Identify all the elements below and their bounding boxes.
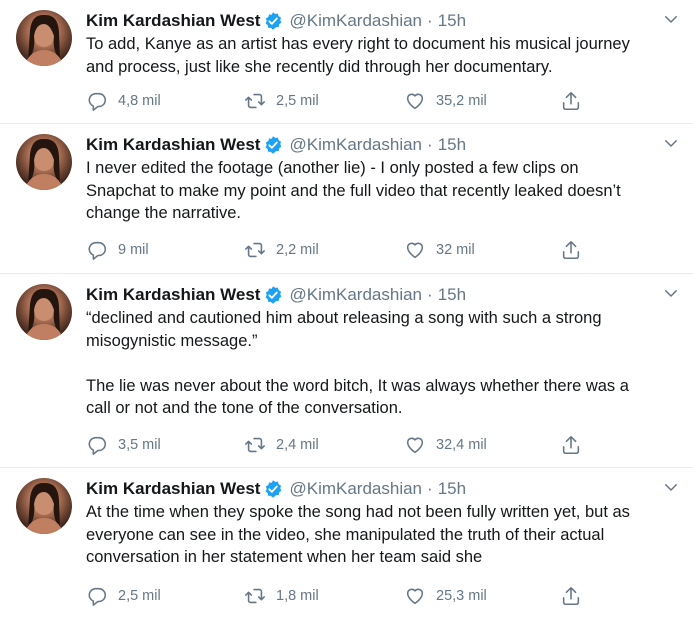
user-handle[interactable]: @KimKardashian <box>289 135 422 155</box>
user-handle[interactable]: @KimKardashian <box>289 479 422 499</box>
timestamp[interactable]: 15h <box>438 11 466 31</box>
chevron-down-icon[interactable] <box>662 284 680 302</box>
like-button[interactable]: 32 mil <box>404 238 475 262</box>
tweet-header: Kim Kardashian West @KimKardashian · 15h <box>86 133 466 157</box>
separator: · <box>427 285 433 304</box>
reply-icon <box>88 92 107 111</box>
reply-icon <box>88 436 107 455</box>
like-icon <box>406 588 424 605</box>
timestamp[interactable]: 15h <box>438 135 466 155</box>
user-handle[interactable]: @KimKardashian <box>289 285 422 305</box>
share-icon <box>562 586 580 606</box>
reply-button[interactable]: 9 mil <box>86 238 149 262</box>
share-icon <box>562 435 580 455</box>
chevron-down-icon[interactable] <box>662 134 680 152</box>
retweet-button[interactable]: 2,2 mil <box>244 238 319 262</box>
tweet-text: I never edited the footage (another lie)… <box>86 159 621 222</box>
tweet-feed: Kim Kardashian West @KimKardashian · 15h… <box>0 0 693 620</box>
retweet-button[interactable]: 2,5 mil <box>244 89 319 113</box>
share-button[interactable] <box>560 584 582 608</box>
tweet[interactable]: Kim Kardashian West @KimKardashian · 15h… <box>0 274 693 468</box>
retweet-icon <box>245 242 265 258</box>
timestamp[interactable]: 15h <box>438 479 466 499</box>
tweet-text: “declined and cautioned him about releas… <box>86 309 629 417</box>
reply-button[interactable]: 3,5 mil <box>86 433 161 457</box>
retweet-button[interactable]: 2,4 mil <box>244 433 319 457</box>
retweet-count: 2,2 mil <box>276 242 319 258</box>
tweet[interactable]: Kim Kardashian West @KimKardashian · 15h… <box>0 124 693 274</box>
reply-button[interactable]: 4,8 mil <box>86 89 161 113</box>
retweet-icon <box>245 437 265 453</box>
tweet-header: Kim Kardashian West @KimKardashian · 15h <box>86 9 466 33</box>
separator: · <box>427 135 433 154</box>
verified-badge-icon <box>266 286 282 304</box>
tweet-header: Kim Kardashian West @KimKardashian · 15h <box>86 283 466 307</box>
avatar[interactable] <box>16 10 72 66</box>
like-count: 35,2 mil <box>436 93 487 109</box>
user-handle[interactable]: @KimKardashian <box>289 11 422 31</box>
like-icon <box>406 93 424 110</box>
verified-badge-icon <box>266 136 282 154</box>
separator: · <box>427 11 433 30</box>
like-button[interactable]: 35,2 mil <box>404 89 487 113</box>
like-count: 32 mil <box>436 242 475 258</box>
display-name[interactable]: Kim Kardashian West <box>86 11 260 31</box>
verified-badge-icon <box>266 12 282 30</box>
share-button[interactable] <box>560 238 582 262</box>
timestamp[interactable]: 15h <box>438 285 466 305</box>
reply-icon <box>88 587 107 606</box>
reply-count: 4,8 mil <box>118 93 161 109</box>
reply-count: 2,5 mil <box>118 588 161 604</box>
like-button[interactable]: 32,4 mil <box>404 433 487 457</box>
chevron-down-icon[interactable] <box>662 10 680 28</box>
share-button[interactable] <box>560 89 582 113</box>
display-name[interactable]: Kim Kardashian West <box>86 285 260 305</box>
like-count: 32,4 mil <box>436 437 487 453</box>
like-icon <box>406 437 424 454</box>
avatar[interactable] <box>16 284 72 340</box>
tweet-text: At the time when they spoke the song had… <box>86 503 630 566</box>
share-button[interactable] <box>560 433 582 457</box>
retweet-icon <box>245 93 265 109</box>
retweet-button[interactable]: 1,8 mil <box>244 584 319 608</box>
reply-icon <box>88 241 107 260</box>
like-count: 25,3 mil <box>436 588 487 604</box>
share-icon <box>562 240 580 260</box>
tweet[interactable]: Kim Kardashian West @KimKardashian · 15h… <box>0 0 693 124</box>
tweet-actions: 4,8 mil 2,5 mil 35,2 mil <box>86 89 606 113</box>
reply-button[interactable]: 2,5 mil <box>86 584 161 608</box>
verified-badge-icon <box>266 480 282 498</box>
tweet-actions: 2,5 mil 1,8 mil 25,3 mil <box>86 584 606 608</box>
like-icon <box>406 242 424 259</box>
reply-count: 3,5 mil <box>118 437 161 453</box>
retweet-count: 2,4 mil <box>276 437 319 453</box>
retweet-count: 1,8 mil <box>276 588 319 604</box>
reply-count: 9 mil <box>118 242 149 258</box>
avatar[interactable] <box>16 478 72 534</box>
tweet-text: To add, Kanye as an artist has every rig… <box>86 35 630 76</box>
tweet-actions: 9 mil 2,2 mil 32 mil <box>86 238 606 262</box>
chevron-down-icon[interactable] <box>662 478 680 496</box>
like-button[interactable]: 25,3 mil <box>404 584 487 608</box>
retweet-icon <box>245 588 265 604</box>
avatar[interactable] <box>16 134 72 190</box>
share-icon <box>562 91 580 111</box>
separator: · <box>427 479 433 498</box>
display-name[interactable]: Kim Kardashian West <box>86 479 260 499</box>
display-name[interactable]: Kim Kardashian West <box>86 135 260 155</box>
retweet-count: 2,5 mil <box>276 93 319 109</box>
tweet-actions: 3,5 mil 2,4 mil 32,4 mil <box>86 433 606 457</box>
tweet[interactable]: Kim Kardashian West @KimKardashian · 15h… <box>0 468 693 620</box>
tweet-header: Kim Kardashian West @KimKardashian · 15h <box>86 477 466 501</box>
